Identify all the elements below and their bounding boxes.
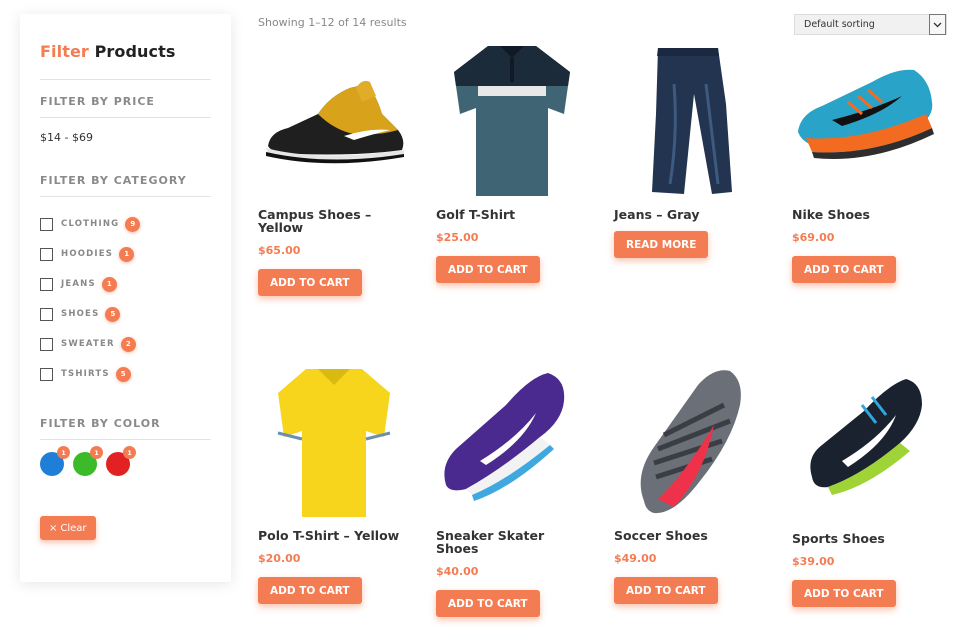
product-card: Golf T-Shirt $25.00 ADD TO CART [436, 44, 588, 283]
product-price: $65.00 [258, 244, 301, 257]
color-count-badge: 1 [123, 446, 136, 459]
category-item-shoes[interactable]: SHOES 5 [40, 299, 211, 329]
product-card: Soccer Shoes $49.00 ADD TO CART [614, 365, 766, 604]
product-card: Polo T-Shirt – Yellow $20.00 ADD TO CART [258, 365, 410, 604]
category-label: JEANS [61, 279, 96, 289]
sort-select[interactable]: Default sorting [794, 14, 947, 35]
chevron-down-icon[interactable] [929, 14, 946, 35]
color-count-badge: 1 [57, 446, 70, 459]
divider [40, 117, 211, 118]
category-label: HOODIES [61, 249, 114, 259]
color-swatches: 1 1 1 [40, 446, 211, 476]
price-range[interactable]: $14 - $69 [40, 131, 211, 144]
product-image-nike-shoes[interactable] [792, 44, 944, 196]
category-count-badge: 1 [101, 276, 117, 292]
product-image-polo-tshirt[interactable] [258, 365, 410, 517]
product-price: $20.00 [258, 552, 301, 565]
category-heading: FILTER BY CATEGORY [40, 174, 187, 187]
category-item-clothing[interactable]: CLOTHING 9 [40, 209, 211, 239]
category-item-hoodies[interactable]: HOODIES 1 [40, 239, 211, 269]
filter-title-rest: Products [94, 42, 176, 61]
category-checkbox[interactable] [40, 367, 53, 381]
product-card: Campus Shoes – Yellow $65.00 ADD TO CART [258, 44, 410, 296]
close-icon: × [49, 522, 58, 534]
category-checkbox[interactable] [40, 217, 53, 231]
category-checkbox[interactable] [40, 307, 53, 321]
price-heading: FILTER BY PRICE [40, 95, 155, 108]
product-price: $69.00 [792, 231, 835, 244]
category-label: SHOES [61, 309, 100, 319]
color-swatch-green[interactable]: 1 [73, 446, 103, 476]
product-name[interactable]: Jeans – Gray [614, 208, 766, 221]
product-card: Sports Shoes $39.00 ADD TO CART [792, 365, 944, 607]
filter-title-accent: Filter [40, 42, 89, 61]
add-to-cart-button[interactable]: ADD TO CART [614, 577, 718, 604]
product-image-golf-tshirt[interactable] [436, 44, 588, 196]
category-list: CLOTHING 9 HOODIES 1 JEANS 1 SHOES 5 SWE… [40, 209, 211, 389]
category-label: CLOTHING [61, 219, 120, 229]
category-count-badge: 1 [119, 246, 135, 262]
divider [40, 196, 211, 197]
color-count-badge: 1 [90, 446, 103, 459]
product-name[interactable]: Sneaker Skater Shoes [436, 529, 588, 555]
category-label: TSHIRTS [61, 369, 110, 379]
clear-label: Clear [60, 522, 87, 534]
category-label: SWEATER [61, 339, 115, 349]
divider [40, 439, 211, 440]
category-item-sweater[interactable]: SWEATER 2 [40, 329, 211, 359]
color-heading: FILTER BY COLOR [40, 417, 161, 430]
results-count: Showing 1–12 of 14 results [258, 16, 407, 29]
category-item-jeans[interactable]: JEANS 1 [40, 269, 211, 299]
product-name[interactable]: Nike Shoes [792, 208, 944, 221]
product-name[interactable]: Campus Shoes – Yellow [258, 208, 410, 234]
category-count-badge: 5 [105, 306, 121, 322]
product-image-sneaker-skater[interactable] [436, 365, 588, 517]
category-count-badge: 5 [115, 366, 131, 382]
category-checkbox[interactable] [40, 337, 53, 351]
sort-selected-value: Default sorting [804, 19, 875, 30]
add-to-cart-button[interactable]: ADD TO CART [436, 590, 540, 617]
divider [40, 79, 211, 80]
product-price: $25.00 [436, 231, 479, 244]
category-checkbox[interactable] [40, 247, 53, 261]
product-image-soccer-shoes[interactable] [614, 365, 766, 517]
shop-page: Filter Products FILTER BY PRICE $14 - $6… [0, 0, 965, 637]
product-card: Nike Shoes $69.00 ADD TO CART [792, 44, 944, 283]
product-name[interactable]: Polo T-Shirt – Yellow [258, 529, 410, 542]
read-more-button[interactable]: READ MORE [614, 231, 709, 258]
product-image-campus-shoes[interactable] [258, 44, 410, 196]
product-image-jeans[interactable] [614, 44, 766, 196]
add-to-cart-button[interactable]: ADD TO CART [792, 256, 896, 283]
product-card: Jeans – Gray READ MORE [614, 44, 766, 258]
product-price: $39.00 [792, 555, 835, 568]
category-count-badge: 2 [120, 336, 136, 352]
product-price: $49.00 [614, 552, 657, 565]
product-name[interactable]: Sports Shoes [792, 532, 944, 545]
product-name[interactable]: Soccer Shoes [614, 529, 766, 542]
filter-sidebar: Filter Products FILTER BY PRICE $14 - $6… [20, 14, 231, 582]
add-to-cart-button[interactable]: ADD TO CART [258, 269, 362, 296]
category-checkbox[interactable] [40, 277, 53, 291]
add-to-cart-button[interactable]: ADD TO CART [792, 580, 896, 607]
product-price: $40.00 [436, 565, 479, 578]
clear-filters-button[interactable]: × Clear [40, 516, 96, 540]
product-name[interactable]: Golf T-Shirt [436, 208, 588, 221]
category-item-tshirts[interactable]: TSHIRTS 5 [40, 359, 211, 389]
color-swatch-red[interactable]: 1 [106, 446, 136, 476]
product-image-sports-shoes[interactable] [792, 365, 944, 517]
add-to-cart-button[interactable]: ADD TO CART [436, 256, 540, 283]
add-to-cart-button[interactable]: ADD TO CART [258, 577, 362, 604]
category-count-badge: 9 [125, 216, 141, 232]
product-card: Sneaker Skater Shoes $40.00 ADD TO CART [436, 365, 588, 617]
filter-title: Filter Products [40, 42, 211, 61]
color-swatch-blue[interactable]: 1 [40, 446, 70, 476]
